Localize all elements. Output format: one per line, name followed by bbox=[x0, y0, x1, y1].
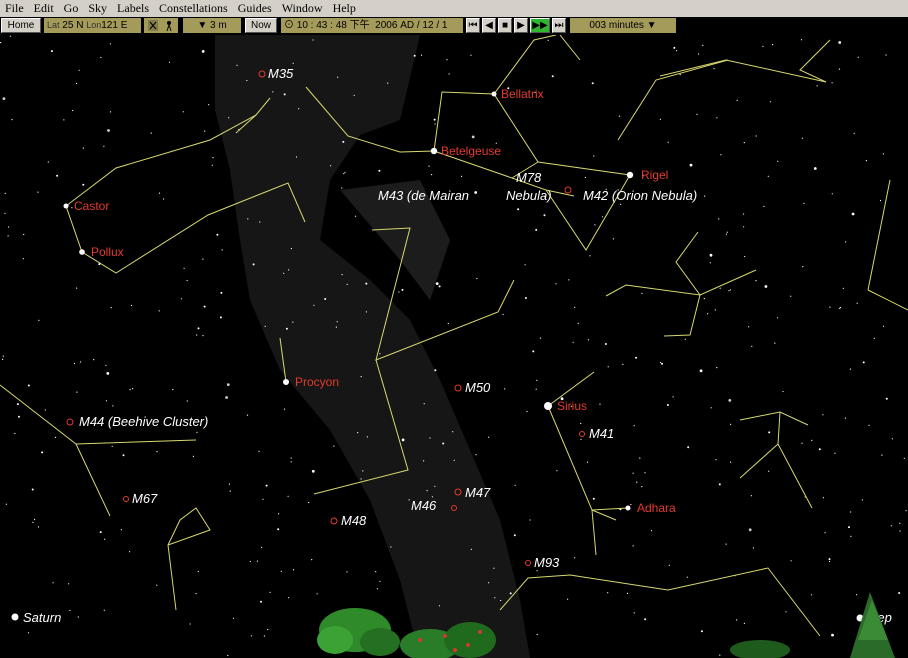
object-label[interactable]: M44 (Beehive Cluster) bbox=[79, 414, 208, 429]
object-label[interactable]: M43 (de Mairan bbox=[378, 188, 469, 203]
star-label[interactable]: Procyon bbox=[295, 375, 339, 389]
lat-label: Lat bbox=[47, 20, 60, 30]
skip-forward-icon: ⏭ bbox=[554, 20, 564, 31]
object-label[interactable]: M46 bbox=[411, 498, 437, 513]
object-label[interactable]: M35 bbox=[268, 66, 294, 81]
object-label[interactable]: M50 bbox=[465, 380, 491, 395]
time-value: 10 : 43 : 48 下午 bbox=[296, 20, 370, 31]
toolbar: Home Lat 25 N Lon121 E ▼ 3 m Now ⊙ 10 : … bbox=[0, 17, 908, 35]
triangle-down-icon: ▼ bbox=[646, 20, 657, 31]
date-value: 2006 AD / 12 / 1 bbox=[375, 20, 448, 31]
step-back-icon: ◀ bbox=[485, 20, 493, 31]
object-label[interactable]: Saturn bbox=[23, 610, 61, 625]
stop-button[interactable]: ■ bbox=[498, 18, 512, 33]
star-label[interactable]: Sirius bbox=[557, 399, 587, 413]
location-icons[interactable] bbox=[144, 18, 178, 33]
object-label[interactable]: M42 (Orion Nebula) bbox=[583, 188, 697, 203]
star-label[interactable]: Bellatrix bbox=[501, 87, 544, 101]
menu-help[interactable]: Help bbox=[328, 1, 361, 16]
object-label[interactable]: M41 bbox=[589, 426, 614, 441]
object-label[interactable]: M93 bbox=[534, 555, 560, 570]
milky-way bbox=[215, 35, 530, 658]
lat-value: 25 N bbox=[62, 20, 84, 31]
lon-value: 121 E bbox=[101, 20, 128, 31]
step-back-button[interactable]: ◀ bbox=[482, 18, 496, 33]
elevation-value: 3 m bbox=[210, 20, 227, 31]
time-date-display[interactable]: ⊙ 10 : 43 : 48 下午 2006 AD / 12 / 1 bbox=[281, 18, 463, 33]
menu-window[interactable]: Window bbox=[277, 1, 328, 16]
object-label[interactable]: M47 bbox=[465, 485, 491, 500]
stop-icon: ■ bbox=[501, 20, 509, 31]
clock-icon: ⊙ bbox=[284, 20, 294, 31]
step-forward-icon: ▶ bbox=[517, 20, 525, 31]
time-step-value: 003 minutes bbox=[589, 20, 644, 31]
star-label[interactable]: Adhara bbox=[637, 501, 676, 515]
horizon-trees bbox=[317, 592, 895, 658]
time-step-dropdown[interactable]: 003 minutes ▼ bbox=[570, 18, 676, 33]
menu-sky[interactable]: Sky bbox=[83, 1, 112, 16]
menu-constellations[interactable]: Constellations bbox=[154, 1, 233, 16]
skip-forward-button[interactable]: ⏭ bbox=[552, 18, 566, 33]
menu-edit[interactable]: Edit bbox=[29, 1, 59, 16]
object-label[interactable]: M78 bbox=[516, 170, 542, 185]
star-label[interactable]: Castor bbox=[74, 199, 109, 213]
object-label[interactable]: M67 bbox=[132, 491, 158, 506]
lon-label: Lon bbox=[86, 20, 102, 30]
object-label[interactable]: Nebula) bbox=[506, 188, 552, 203]
sky-chart[interactable]: Betelgeuse Bellatrix Rigel Castor Pollux… bbox=[0, 35, 908, 658]
menu-labels[interactable]: Labels bbox=[112, 1, 154, 16]
star-label[interactable]: Pollux bbox=[91, 245, 124, 259]
now-button[interactable]: Now bbox=[245, 18, 277, 33]
elevation-dropdown[interactable]: ▼ 3 m bbox=[183, 18, 241, 33]
step-forward-button[interactable]: ▶ bbox=[514, 18, 528, 33]
skip-back-button[interactable]: ⏮ bbox=[466, 18, 480, 33]
menu-go[interactable]: Go bbox=[59, 1, 84, 16]
menu-bar: File Edit Go Sky Labels Constellations Guides W… bbox=[0, 0, 908, 17]
home-button[interactable]: Home bbox=[1, 18, 41, 33]
object-label[interactable]: M48 bbox=[341, 513, 367, 528]
star-label[interactable]: Betelgeuse bbox=[441, 144, 501, 158]
menu-file[interactable]: File bbox=[0, 1, 29, 16]
run-forward-button[interactable]: ▶▶ bbox=[530, 18, 550, 33]
compass-icon bbox=[148, 20, 172, 32]
run-forward-icon: ▶▶ bbox=[532, 20, 548, 31]
menu-guides[interactable]: Guides bbox=[233, 1, 277, 16]
star-label[interactable]: Rigel bbox=[641, 168, 668, 182]
skip-back-icon: ⏮ bbox=[468, 20, 478, 31]
triangle-down-icon: ▼ bbox=[197, 20, 208, 31]
location-display[interactable]: Lat 25 N Lon121 E bbox=[44, 18, 141, 33]
